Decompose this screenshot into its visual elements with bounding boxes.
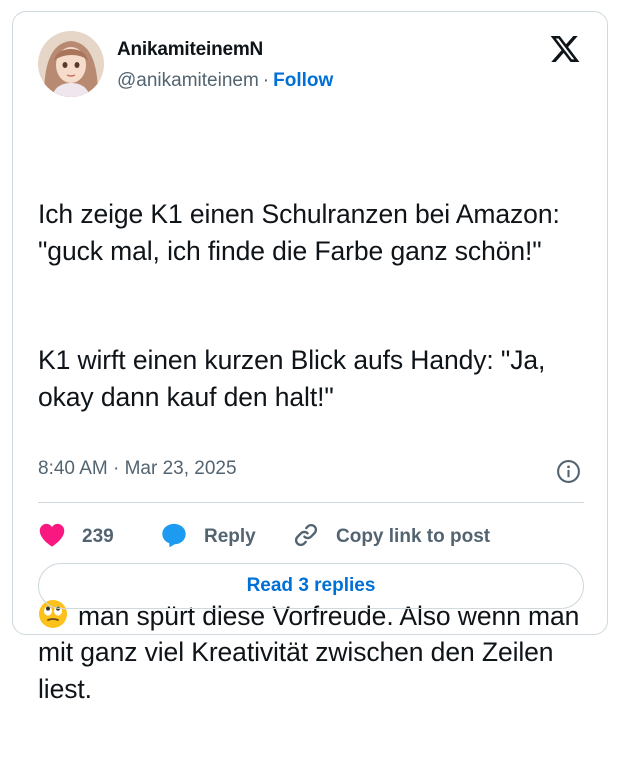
reply-bubble-icon (160, 521, 188, 554)
reply-button[interactable]: Reply (160, 517, 256, 557)
tweet-paragraph: Ich zeige K1 einen Schulranzen bei Amazo… (38, 199, 567, 266)
read-replies-button[interactable]: Read 3 replies (38, 563, 584, 609)
avatar[interactable] (38, 31, 104, 97)
post-time[interactable]: 8:40 AM (38, 458, 108, 479)
separator-dot: · (113, 458, 120, 479)
tweet-text: Ich zeige K1 einen Schulranzen bei Amazo… (38, 123, 583, 780)
tweet-card: AnikamiteinemN @anikamiteinem · Follow Ich… (12, 11, 608, 704)
like-count: 239 (82, 526, 114, 547)
copy-link-label: Copy link to post (336, 526, 491, 547)
reply-label: Reply (204, 526, 256, 547)
follow-link[interactable]: Follow (273, 70, 333, 91)
heart-icon (38, 522, 66, 553)
tweet-paragraph: man spürt diese Vorfreude. Also wenn man… (38, 598, 583, 708)
x-logo-icon[interactable] (549, 33, 581, 65)
separator-dot: · (262, 70, 270, 91)
action-bar: 239 Reply Copy link to post (38, 517, 584, 557)
author-display-name[interactable]: AnikamiteinemN (117, 39, 263, 61)
author-handle-row: @anikamiteinem · Follow (117, 70, 333, 92)
tweet-paragraph: K1 wirft einen kurzen Blick aufs Handy: … (38, 345, 553, 412)
post-date[interactable]: Mar 23, 2025 (125, 458, 237, 479)
like-button[interactable]: 239 (38, 517, 114, 557)
link-icon (292, 521, 320, 554)
tweet-paragraph-text: man spürt diese Vorfreude. Also wenn man… (38, 600, 587, 704)
divider (38, 502, 584, 503)
timestamp-row[interactable]: 8:40 AM · Mar 23, 2025 (38, 458, 237, 480)
author-handle[interactable]: @anikamiteinem (117, 70, 259, 91)
copy-link-button[interactable]: Copy link to post (292, 517, 490, 557)
info-icon[interactable] (556, 459, 581, 484)
